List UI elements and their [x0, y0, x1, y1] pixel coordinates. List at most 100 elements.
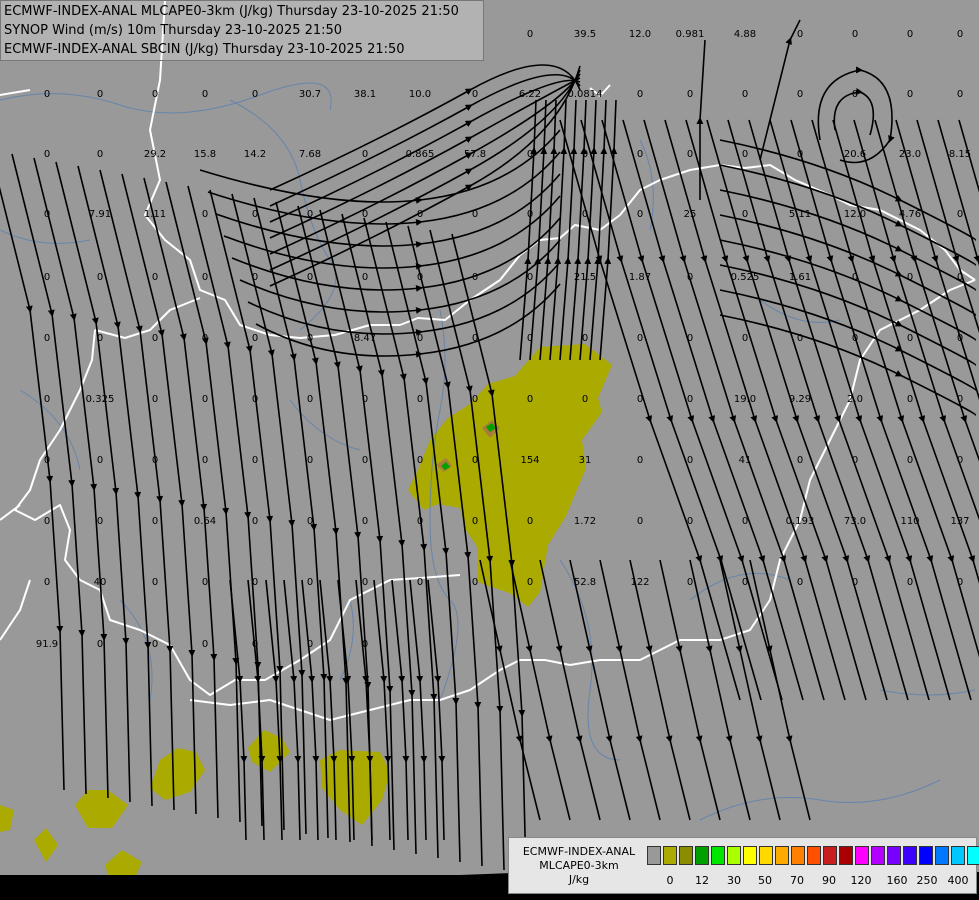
station-value: 0 — [582, 333, 588, 344]
station-value: 0 — [417, 516, 423, 527]
station-value: 0 — [152, 455, 158, 466]
station-value: 41 — [739, 455, 752, 466]
station-value: 0 — [797, 29, 803, 40]
station-value: 0 — [362, 516, 368, 527]
station-value: 0 — [957, 29, 963, 40]
station-value: 73.0 — [844, 516, 866, 527]
station-value: 10.0 — [409, 89, 431, 100]
legend-swatch — [759, 846, 773, 865]
station-value: 0 — [742, 516, 748, 527]
station-value: 0 — [797, 89, 803, 100]
legend-tick-label: 90 — [822, 874, 836, 887]
station-value: 0 — [687, 333, 693, 344]
station-value: 1.11 — [144, 209, 166, 220]
legend-swatch — [791, 846, 805, 865]
station-value: 20.6 — [844, 149, 866, 160]
station-value: 0 — [417, 333, 423, 344]
station-value: 14.2 — [244, 149, 266, 160]
station-value: 0 — [527, 577, 533, 588]
station-value: 0 — [852, 333, 858, 344]
station-value: 0 — [957, 394, 963, 405]
station-value: 0 — [472, 455, 478, 466]
station-value: 0 — [637, 89, 643, 100]
legend-swatch — [951, 846, 965, 865]
station-value: 0 — [252, 89, 258, 100]
station-value: 0 — [152, 577, 158, 588]
station-value: 0.193 — [786, 516, 815, 527]
legend-swatch — [807, 846, 821, 865]
header-line-cape: ECMWF-INDEX-ANAL MLCAPE0-3km (J/kg) Thur… — [4, 4, 459, 19]
station-value: 0 — [472, 272, 478, 283]
station-value: 0 — [252, 394, 258, 405]
station-value: 0 — [527, 272, 533, 283]
station-value: 0 — [44, 455, 50, 466]
station-value: 0 — [852, 89, 858, 100]
station-value: 0 — [307, 639, 313, 650]
station-value: 0 — [362, 394, 368, 405]
legend-swatch — [887, 846, 901, 865]
station-value: 4.88 — [734, 29, 756, 40]
station-value: 0 — [852, 577, 858, 588]
station-value: 0 — [362, 209, 368, 220]
weather-map: 0 39.5 12.0 0.981 4.88 0 0 0 0 0 0 0 0 0 30.7 38.1 10.0 0… — [0, 0, 979, 900]
legend-tick-label: 0 — [666, 874, 674, 887]
station-value: 5.11 — [789, 209, 811, 220]
station-value: 0 — [152, 394, 158, 405]
station-value: 0 — [307, 333, 313, 344]
station-value: 0 — [907, 272, 913, 283]
legend-swatch — [775, 846, 789, 865]
station-value: 0.64 — [194, 516, 216, 527]
station-value: 0 — [957, 455, 963, 466]
legend-tick-label: 70 — [790, 874, 804, 887]
station-value: 0 — [852, 29, 858, 40]
station-value: 0 — [527, 516, 533, 527]
station-value: 0 — [252, 209, 258, 220]
station-value: 0 — [202, 89, 208, 100]
station-value: 0 — [527, 149, 533, 160]
legend-swatch — [935, 846, 949, 865]
station-value: 0 — [202, 577, 208, 588]
station-value: 1.61 — [789, 272, 811, 283]
station-value: 0 — [97, 639, 103, 650]
station-value: 0 — [797, 455, 803, 466]
station-value: 0 — [202, 333, 208, 344]
legend-swatch — [727, 846, 741, 865]
color-legend: ECMWF-INDEX-ANAL MLCAPE0-3km J/kg 0 12 30 5… — [508, 837, 979, 894]
legend-title: ECMWF-INDEX-ANAL MLCAPE0-3km J/kg — [513, 845, 645, 887]
station-value: 0 — [472, 394, 478, 405]
station-value: 0 — [97, 89, 103, 100]
station-value: 0 — [907, 333, 913, 344]
station-value: 0 — [252, 455, 258, 466]
station-value: 0 — [637, 149, 643, 160]
station-value: 0 — [307, 272, 313, 283]
station-value: 0 — [44, 89, 50, 100]
legend-title-param: MLCAPE0-3km — [539, 859, 619, 872]
station-value: 0 — [527, 209, 533, 220]
station-value: 29.2 — [144, 149, 166, 160]
legend-swatch — [647, 846, 661, 865]
station-value: 0 — [797, 149, 803, 160]
station-value: 0 — [152, 516, 158, 527]
station-value: 110 — [900, 516, 919, 527]
station-value: 0 — [44, 333, 50, 344]
station-value: 0 — [687, 516, 693, 527]
station-value: 0 — [957, 89, 963, 100]
station-value: 6.22 — [519, 89, 541, 100]
header-line-cin: ECMWF-INDEX-ANAL SBCIN (J/kg) Thursday 2… — [4, 42, 405, 57]
station-value: 0 — [307, 455, 313, 466]
station-value: 122 — [630, 577, 649, 588]
station-value: 39.5 — [574, 29, 596, 40]
legend-swatch — [695, 846, 709, 865]
station-value: 154 — [520, 455, 539, 466]
legend-tick-label: 250 — [916, 874, 938, 887]
station-value: 0 — [472, 89, 478, 100]
station-value: 0 — [527, 29, 533, 40]
station-value: 0 — [97, 272, 103, 283]
map-canvas: 0 39.5 12.0 0.981 4.88 0 0 0 0 0 0 0 0 0 30.7 38.1 10.0 0… — [0, 0, 979, 900]
station-value: 0 — [687, 455, 693, 466]
station-value: 0 — [417, 455, 423, 466]
legend-tick-label: 400 — [947, 874, 969, 887]
legend-swatch — [967, 846, 979, 865]
station-value: 0 — [417, 272, 423, 283]
station-value: 4.76 — [899, 209, 921, 220]
